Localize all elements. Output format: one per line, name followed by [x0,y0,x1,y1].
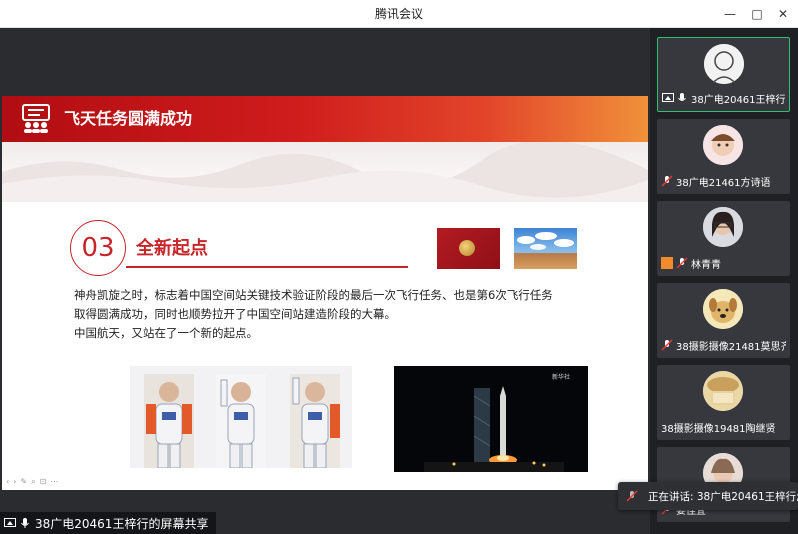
astronauts-photo [130,366,352,468]
participant-name: 林青青 [691,259,721,271]
screen-share-icon [4,518,16,527]
desert-sky-photo [514,228,577,269]
slide-banner-title: 飞天任务圆满成功 [64,109,193,128]
avatar [703,125,743,165]
participant-name: 38广电20461王梓行... [691,94,785,106]
section-number: 03 [81,233,115,263]
mic-muted-icon [676,257,688,269]
maximize-button[interactable]: □ [747,4,767,24]
avatar [703,207,743,247]
participant-footer: 38广电21461方诗语 [661,174,786,189]
mic-muted-icon [661,175,673,187]
screen-share-label: 38广电20461王梓行的屏幕共享 [0,512,217,534]
participant-tile[interactable]: 林青青 [657,201,790,276]
clouds-icon [517,232,574,250]
participant-tile[interactable]: 38广电21461方诗语 [657,119,790,194]
speaking-text: 正在讲话: 38广电20461王梓行;... [648,490,798,503]
close-button[interactable]: ✕ [773,4,793,24]
participant-footer: 38摄影摄像19481陶继贤 [661,420,786,435]
participant-tile[interactable]: 38摄影摄像21481莫思齐 [657,283,790,358]
participant-footer: 38摄影摄像21481莫思齐 [661,338,786,353]
participant-footer: 林青青 [661,256,786,271]
section-title: 全新起点 [136,238,208,259]
participant-name: 38广电21461方诗语 [676,177,771,189]
title-bar: 腾讯会议 — □ ✕ [0,0,798,28]
slide-banner: 飞天任务圆满成功 [2,96,648,142]
participant-footer: 38广电20461王梓行... [662,91,785,106]
door-knocker-icon [459,240,475,256]
participant-tile[interactable]: 38广电20461王梓行... [657,37,790,112]
speaking-indicator: 正在讲话: 38广电20461王梓行;... [618,482,798,510]
meeting-room-icon [22,104,50,133]
slide-toolbar[interactable]: ‹›✎⌕⊡⋯ [6,477,62,487]
slide-hills-background [2,140,648,202]
participants-panel[interactable]: 38广电20461王梓行... 38广电21461方诗语 林青青 38摄影摄像2… [650,28,798,534]
screen-share-area[interactable]: 飞天任务圆满成功 03 全新起点 神舟凯旋之时，标志着中国空间站关键技术验证阶段… [0,28,650,534]
mic-on-icon [21,518,29,528]
news-watermark: 新华社 [552,374,571,381]
avatar [704,44,744,84]
screen-share-icon [662,93,674,102]
screen-share-owner: 38广电20461王梓行的屏幕共享 [35,516,209,531]
participant-name: 38摄影摄像19481陶继贤 [661,423,776,435]
minimize-button[interactable]: — [720,4,740,24]
section-underline [126,266,408,268]
participant-name: 38摄影摄像21481莫思齐 [676,341,786,353]
avatar [703,371,743,411]
slide-paragraph-2: 取得圆满成功，同时也顺势拉开了中国空间站建造阶段的大幕。 [74,307,396,321]
slide-body-text: 神舟凯旋之时，标志着中国空间站关键技术验证阶段的最后一次飞行任务、也是第6次飞行… [74,286,614,343]
slide-paragraph-3: 中国航天，又站在了一个新的起点。 [74,326,258,340]
astronaut-figure [290,374,340,468]
mic-on-icon [678,93,686,101]
user-badge-icon [661,257,673,269]
mountain-silhouette [2,140,648,202]
window-title: 腾讯会议 [374,7,423,21]
mic-muted-icon [661,339,673,351]
rocket-launch-photo: 新华社 [394,366,588,472]
astronaut-figure [216,374,266,468]
mic-muted-icon [626,490,638,502]
presentation-slide: 飞天任务圆满成功 03 全新起点 神舟凯旋之时，标志着中国空间站关键技术验证阶段… [2,96,648,490]
red-door-photo [437,228,500,269]
astronaut-figure [144,374,194,468]
meeting-window: 腾讯会议 — □ ✕ 飞天任务圆满成功 03 全新起点 神舟凯旋之时，标志着中国… [0,0,798,534]
slide-paragraph-1: 神舟凯旋之时，标志着中国空间站关键技术验证阶段的最后一次飞行任务、也是第6次飞行… [74,288,553,302]
avatar [703,289,743,329]
participant-tile[interactable]: 38摄影摄像19481陶继贤 [657,365,790,440]
rocket-launch-tower-icon [424,386,564,472]
